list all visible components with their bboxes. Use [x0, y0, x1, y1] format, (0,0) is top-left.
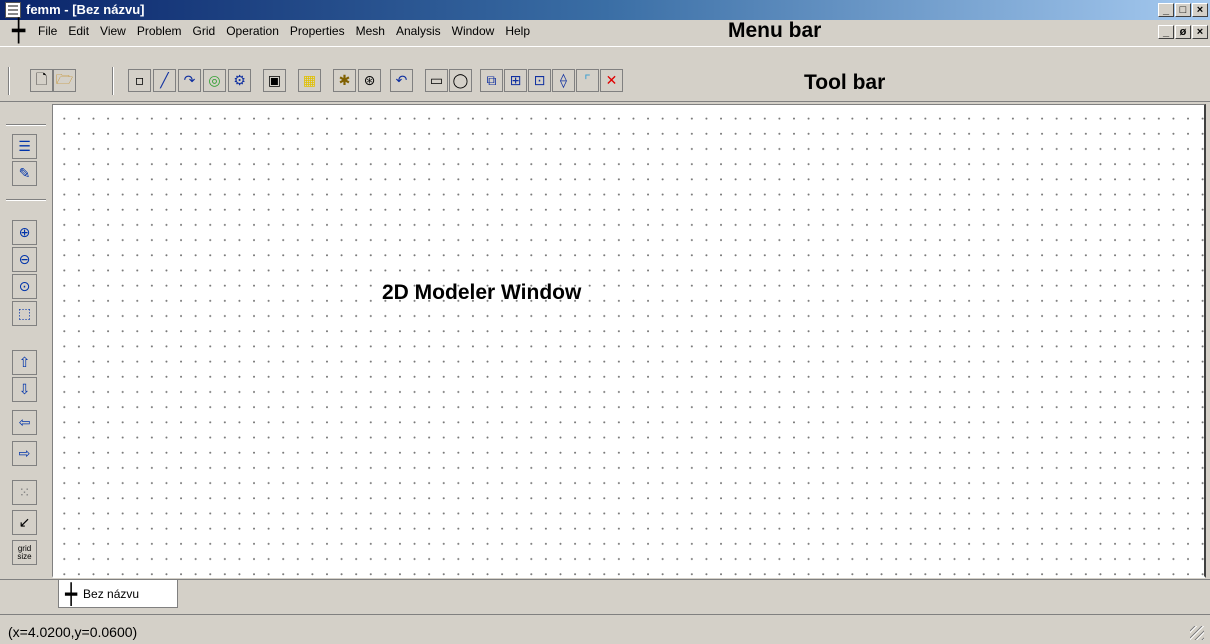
- modeler-canvas[interactable]: [52, 104, 1206, 578]
- tab-label: Bez názvu: [83, 586, 140, 601]
- block-label-icon[interactable]: ◎: [203, 69, 226, 92]
- pan-up-icon[interactable]: ⇧: [12, 350, 37, 375]
- edit-properties-icon[interactable]: ✎: [12, 161, 37, 186]
- menu-analysis[interactable]: Analysis: [396, 24, 441, 38]
- doc-minimize-button[interactable]: _: [1158, 25, 1174, 39]
- menu-bar: ┿ File Edit View Problem Grid Operation …: [0, 19, 1210, 44]
- show-grid-icon[interactable]: ⁙: [12, 480, 37, 505]
- analyze-icon[interactable]: ⊛: [358, 69, 381, 92]
- node-icon[interactable]: ▫: [128, 69, 151, 92]
- menu-help[interactable]: Help: [505, 24, 530, 38]
- mirror-icon[interactable]: ⟠: [552, 69, 575, 92]
- close-button[interactable]: ×: [1192, 3, 1208, 17]
- minimize-button[interactable]: _: [1158, 3, 1174, 17]
- tab-bez-nazvu[interactable]: ┿ Bez názvu: [58, 580, 178, 608]
- status-bar: (x=4.0200,y=0.0600): [0, 614, 1210, 644]
- menu-grid[interactable]: Grid: [193, 24, 216, 38]
- fillet-icon[interactable]: ⌜: [576, 69, 599, 92]
- femm-app-icon[interactable]: [5, 2, 21, 18]
- menu-bar-annotation: Menu bar: [728, 19, 822, 42]
- document-cross-icon: ┿: [65, 581, 78, 606]
- open-folder-icon[interactable]: 🗁: [53, 69, 76, 92]
- menu-mesh[interactable]: Mesh: [356, 24, 385, 38]
- group-icon[interactable]: ⚙: [228, 69, 251, 92]
- segment-icon[interactable]: ╱: [153, 69, 176, 92]
- doc-close-button[interactable]: ×: [1192, 25, 1208, 39]
- pan-right-icon[interactable]: ⇨: [12, 441, 37, 466]
- menu-items: File Edit View Problem Grid Operation Pr…: [38, 24, 530, 38]
- modeler-annotation: 2D Modeler Window: [382, 281, 582, 304]
- grid-size-button[interactable]: grid size: [12, 540, 37, 565]
- tool-bar-annotation: Tool bar: [804, 71, 886, 94]
- menu-file[interactable]: File: [38, 24, 57, 38]
- arc-segment-icon[interactable]: ↷: [178, 69, 201, 92]
- menu-properties[interactable]: Properties: [290, 24, 345, 38]
- zoom-in-icon[interactable]: ⊕: [12, 220, 37, 245]
- window-title: femm - [Bez názvu]: [26, 2, 145, 17]
- zoom-window-icon[interactable]: ⬚: [12, 301, 37, 326]
- pan-left-icon[interactable]: ⇦: [12, 410, 37, 435]
- new-file-icon[interactable]: 🗋: [30, 69, 53, 92]
- menu-operation[interactable]: Operation: [226, 24, 279, 38]
- property-list-icon[interactable]: ☰: [12, 134, 37, 159]
- femm-window: femm - [Bez názvu] _ □ × ┿ File Edit Vie…: [0, 0, 1210, 644]
- tool-bar: 🗋 🗁 ▫ ╱ ↷ ◎ ⚙ ▣ ▦ ✱ ⊛ ↶ ▭ ◯ ⧉ ⊞ ⊡ ⟠ ⌜ ✕ …: [0, 46, 1210, 102]
- title-bar: femm - [Bez názvu] _ □ ×: [0, 0, 1210, 20]
- delete-icon[interactable]: ✕: [600, 69, 623, 92]
- undo-icon[interactable]: ↶: [390, 69, 413, 92]
- menu-edit[interactable]: Edit: [68, 24, 89, 38]
- copy-icon[interactable]: ⧉: [480, 69, 503, 92]
- select-region-icon[interactable]: ▦: [298, 69, 321, 92]
- pan-down-icon[interactable]: ⇩: [12, 377, 37, 402]
- coordinates-readout: (x=4.0200,y=0.0600): [8, 624, 138, 640]
- properties-icon[interactable]: ▣: [263, 69, 286, 92]
- snap-grid-icon[interactable]: ↙: [12, 510, 37, 535]
- menu-view[interactable]: View: [100, 24, 126, 38]
- resize-grip-icon[interactable]: [1190, 626, 1204, 640]
- view-toolbar: ☰ ✎ ⊕ ⊖ ⊙ ⬚ ⇧ ⇩ ⇦ ⇨ ⁙ ↙ grid size: [0, 104, 52, 586]
- scale-icon[interactable]: ⊡: [528, 69, 551, 92]
- mesh-icon[interactable]: ✱: [333, 69, 356, 92]
- select-rectangle-icon[interactable]: ▭: [425, 69, 448, 92]
- maximize-button[interactable]: □: [1175, 3, 1191, 17]
- doc-restore-button[interactable]: ø: [1175, 25, 1191, 39]
- select-circle-icon[interactable]: ◯: [449, 69, 472, 92]
- move-icon[interactable]: ⊞: [504, 69, 527, 92]
- document-tab-strip: ┿ Bez názvu: [0, 579, 1210, 611]
- zoom-natural-icon[interactable]: ⊙: [12, 274, 37, 299]
- menu-problem[interactable]: Problem: [137, 24, 182, 38]
- menu-window[interactable]: Window: [452, 24, 495, 38]
- zoom-out-icon[interactable]: ⊖: [12, 247, 37, 272]
- document-cross-icon[interactable]: ┿: [12, 21, 25, 43]
